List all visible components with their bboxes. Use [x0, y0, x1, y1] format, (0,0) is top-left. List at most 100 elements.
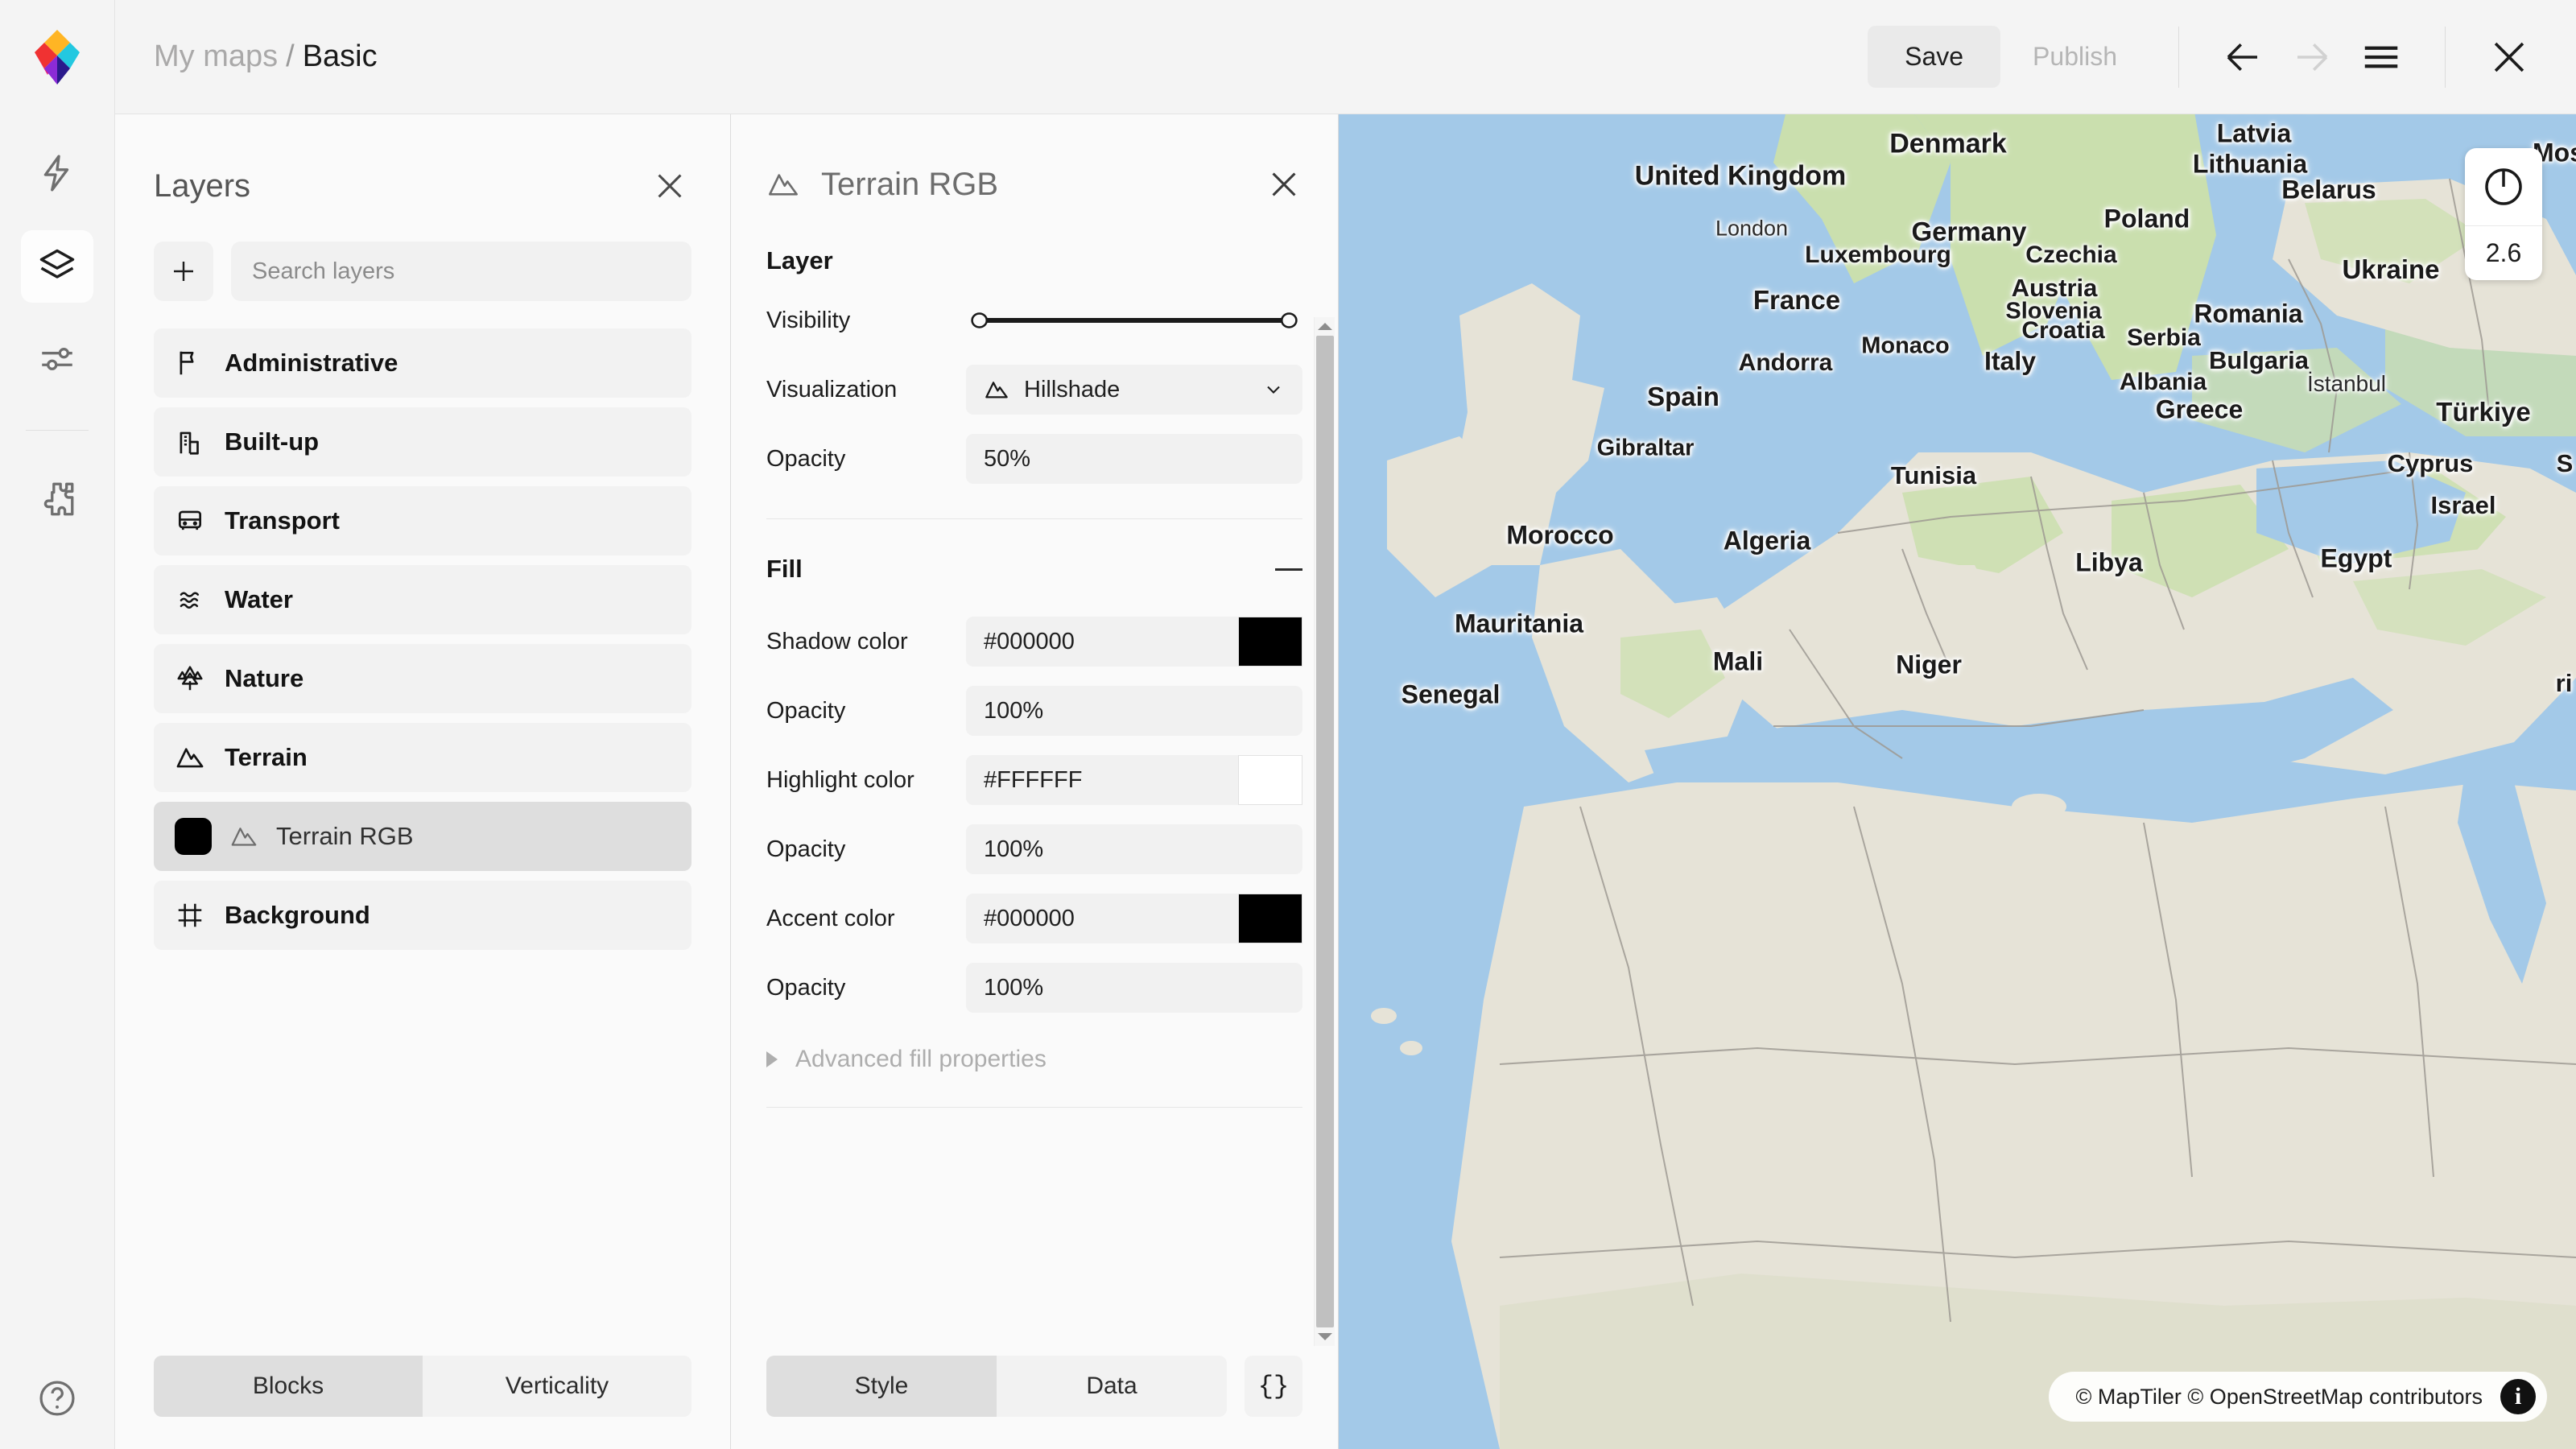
close-layers-panel-button[interactable] — [645, 161, 695, 211]
search-layers-input[interactable] — [231, 242, 691, 301]
layer-item-label: Water — [225, 585, 293, 614]
visualization-select[interactable]: Hillshade — [966, 365, 1302, 415]
redo-button[interactable] — [2277, 23, 2347, 92]
layer-properties-panel: Terrain RGB Layer Visibility — [731, 114, 1339, 1449]
layer-item-background[interactable]: Background — [154, 881, 691, 950]
minus-icon[interactable] — [1275, 568, 1302, 571]
close-icon — [651, 167, 688, 204]
help-button[interactable] — [36, 1377, 78, 1423]
layers-panel-header: Layers — [115, 114, 730, 227]
visibility-slider[interactable] — [966, 307, 1302, 334]
highlight-opacity-input[interactable]: 100% — [966, 824, 1302, 874]
shadow-color-input[interactable]: #000000 — [966, 617, 1238, 667]
add-layer-button[interactable] — [154, 242, 213, 301]
breadcrumb: My maps / Basic — [115, 39, 378, 74]
puzzle-icon — [37, 479, 77, 519]
undo-button[interactable] — [2208, 23, 2277, 92]
close-editor-button[interactable] — [2475, 23, 2544, 92]
accent-opacity-input[interactable]: 100% — [966, 963, 1302, 1013]
accent-color-swatch[interactable] — [1238, 894, 1302, 943]
chevron-down-icon — [1262, 378, 1285, 401]
map-canvas[interactable]: EstoniaLatviaDenmarkLithuaniaBelarusUnit… — [1339, 114, 2576, 1449]
menu-button[interactable] — [2347, 23, 2416, 92]
row-accent-color: Accent color #000000 — [766, 894, 1302, 943]
layer-item-built-up[interactable]: Built-up — [154, 407, 691, 477]
lightning-icon — [37, 153, 77, 193]
properties-scrollbar[interactable] — [1314, 317, 1335, 1346]
shadow-opacity-input[interactable]: 100% — [966, 686, 1302, 736]
map-attribution: © MapTiler © OpenStreetMap contributors … — [2049, 1372, 2548, 1422]
row-highlight-opacity: Opacity 100% — [766, 825, 1302, 873]
visualization-label: Visualization — [766, 377, 966, 403]
tab-data[interactable]: Data — [997, 1356, 1227, 1417]
json-view-button[interactable]: {} — [1245, 1356, 1302, 1417]
app-logo[interactable] — [0, 0, 115, 114]
accent-opacity-value: 100% — [984, 975, 1285, 1001]
save-button[interactable]: Save — [1868, 26, 2000, 88]
layer-sub-item-terrain-rgb[interactable]: Terrain RGB — [154, 802, 691, 871]
layer-item-administrative[interactable]: Administrative — [154, 328, 691, 398]
compass-button[interactable] — [2465, 148, 2542, 225]
rail-item-plugins[interactable] — [21, 463, 93, 535]
rail-item-quick-styles[interactable] — [21, 137, 93, 209]
highlight-opacity-label: Opacity — [766, 836, 966, 863]
row-shadow-color: Shadow color #000000 — [766, 617, 1302, 666]
highlight-opacity-value: 100% — [984, 836, 1285, 863]
tab-verticality[interactable]: Verticality — [423, 1356, 691, 1417]
trees-icon — [175, 663, 205, 694]
section-heading-fill-row[interactable]: Fill — [766, 555, 1302, 584]
scroll-up-arrow-icon[interactable] — [1318, 323, 1332, 330]
advanced-fill-properties-toggle[interactable]: Advanced fill properties — [766, 1046, 1302, 1073]
breadcrumb-parent[interactable]: My maps — [154, 39, 278, 74]
shadow-opacity-label: Opacity — [766, 698, 966, 724]
maptiler-logo-icon — [34, 28, 80, 86]
tab-style[interactable]: Style — [766, 1356, 997, 1417]
info-icon[interactable]: i — [2500, 1379, 2536, 1414]
mountain-icon — [984, 377, 1009, 402]
layers-icon — [36, 246, 78, 287]
accent-color-input[interactable]: #000000 — [966, 894, 1238, 943]
layers-panel-footer: Blocks Verticality — [115, 1356, 730, 1449]
section-heading-layer: Layer — [766, 246, 1302, 275]
close-icon — [2486, 34, 2533, 80]
properties-scroll-area: Layer Visibility Visualization — [731, 246, 1338, 1356]
visibility-label: Visibility — [766, 308, 966, 334]
layer-opacity-input[interactable]: 50% — [966, 434, 1302, 484]
layer-item-terrain[interactable]: Terrain — [154, 723, 691, 792]
tab-blocks[interactable]: Blocks — [154, 1356, 423, 1417]
highlight-color-input[interactable]: #FFFFFF — [966, 755, 1238, 805]
layer-color-swatch[interactable] — [175, 818, 212, 855]
section-divider-bottom — [766, 1107, 1302, 1108]
rail-item-layers[interactable] — [21, 230, 93, 303]
toolbar-divider-2 — [2445, 27, 2446, 88]
shadow-color-swatch[interactable] — [1238, 617, 1302, 667]
layers-mode-tabs: Blocks Verticality — [154, 1356, 691, 1417]
layer-item-transport[interactable]: Transport — [154, 486, 691, 555]
layer-item-label: Background — [225, 901, 370, 930]
layer-list: Administrative Built-up Transport — [115, 328, 730, 950]
layer-item-nature[interactable]: Nature — [154, 644, 691, 713]
highlight-color-swatch[interactable] — [1238, 755, 1302, 805]
row-visibility: Visibility — [766, 296, 1302, 345]
visualization-value: Hillshade — [1024, 377, 1248, 403]
triangle-right-icon — [766, 1051, 778, 1067]
rail-item-settings[interactable] — [21, 324, 93, 396]
properties-panel-title: Terrain RGB — [821, 167, 998, 203]
properties-panel-footer: Style Data {} — [731, 1356, 1338, 1449]
mountain-icon — [229, 822, 258, 851]
accent-opacity-label: Opacity — [766, 975, 966, 1001]
attribution-text[interactable]: © MapTiler © OpenStreetMap contributors — [2076, 1385, 2483, 1410]
zoom-level-value[interactable]: 2.6 — [2465, 225, 2542, 280]
shadow-color-label: Shadow color — [766, 629, 966, 655]
editor-body: Layers — [0, 114, 2576, 1449]
layer-item-label: Terrain — [225, 743, 308, 772]
scrollbar-thumb[interactable] — [1316, 336, 1334, 1327]
scroll-down-arrow-icon[interactable] — [1318, 1333, 1332, 1340]
sliders-icon — [37, 340, 77, 380]
close-properties-panel-button[interactable] — [1259, 159, 1309, 209]
slider-track-icon — [971, 307, 1298, 334]
publish-button[interactable]: Publish — [2000, 26, 2149, 88]
layer-item-water[interactable]: Water — [154, 565, 691, 634]
rail-divider — [26, 430, 89, 431]
close-icon — [1265, 166, 1302, 203]
